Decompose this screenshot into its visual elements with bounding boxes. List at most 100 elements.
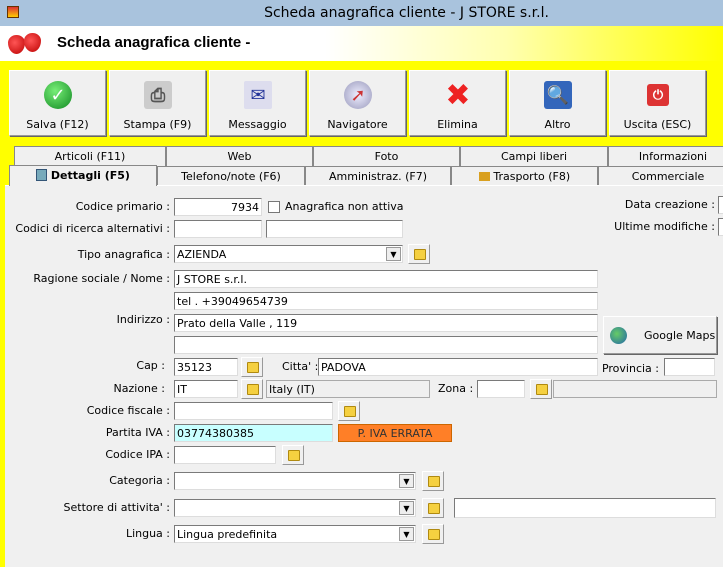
nazione-input[interactable]: IT <box>174 380 238 398</box>
header: Scheda anagrafica cliente - <box>0 26 723 61</box>
print-button[interactable]: ⎙ Stampa (F9) <box>109 70 206 136</box>
data-creazione-input[interactable] <box>718 196 723 214</box>
zona-label: Zona : <box>438 382 474 395</box>
chevron-down-icon: ▼ <box>399 501 414 515</box>
nazione-desc: Italy (IT) <box>266 380 430 398</box>
lingua-label: Lingua : <box>125 527 170 540</box>
tab-web[interactable]: Web <box>166 146 313 166</box>
zona-desc <box>553 380 717 398</box>
nazione-folder-button[interactable] <box>241 379 263 399</box>
folder-icon <box>428 503 440 514</box>
delete-button[interactable]: ✖ Elimina <box>409 70 506 136</box>
categoria-select[interactable]: ▼ <box>174 472 416 490</box>
piva-input[interactable]: 03774380385 <box>174 424 333 442</box>
truck-icon <box>478 172 490 181</box>
lingua-folder-button[interactable] <box>422 524 444 544</box>
power-icon: ⏻ <box>647 84 669 106</box>
check-icon: ✓ <box>44 81 72 109</box>
settore-label: Settore di attivita' : <box>63 501 170 514</box>
google-maps-button[interactable]: Google Maps <box>603 316 717 354</box>
folder-icon <box>428 476 440 487</box>
categoria-folder-button[interactable] <box>422 471 444 491</box>
indirizzo2-input[interactable] <box>174 336 598 354</box>
folder-icon <box>414 249 426 260</box>
ultime-modifiche-input[interactable] <box>718 218 723 236</box>
folder-icon <box>247 384 259 395</box>
settore-desc-input[interactable] <box>454 498 716 518</box>
mail-icon: ✉ <box>244 81 272 109</box>
lingua-select[interactable]: Lingua predefinita ▼ <box>174 525 416 543</box>
non-attiva-label: Anagrafica non attiva <box>285 200 404 213</box>
folder-icon <box>247 362 259 373</box>
nazione-label: Nazione : <box>113 382 165 395</box>
window-title: Scheda anagrafica cliente - J STORE s.r.… <box>264 5 549 21</box>
tab-foto[interactable]: Foto <box>313 146 460 166</box>
search-book-icon: 🔍 <box>544 81 572 109</box>
provincia-label: Provincia : <box>601 362 659 375</box>
tipo-select[interactable]: AZIENDA ▼ <box>174 245 403 263</box>
piva-label: Partita IVA : <box>105 426 170 439</box>
folder-icon <box>344 406 356 417</box>
strawberry-icon <box>8 35 25 54</box>
cf-label: Codice fiscale : <box>86 404 170 417</box>
tab-campi-liberi[interactable]: Campi liberi <box>460 146 608 166</box>
folder-icon <box>288 450 300 461</box>
cap-folder-button[interactable] <box>241 357 263 377</box>
citta-input[interactable]: PADOVA <box>318 358 598 376</box>
exit-button[interactable]: ⏻ Uscita (ESC) <box>609 70 706 136</box>
piva-error-badge: P. IVA ERRATA <box>338 424 452 442</box>
indirizzo-label: Indirizzo : <box>116 313 170 326</box>
citta-label: Citta' : <box>282 360 319 373</box>
ragione-input[interactable]: J STORE s.r.l. <box>174 270 598 288</box>
message-button[interactable]: ✉ Messaggio <box>209 70 306 136</box>
cap-input[interactable]: 35123 <box>174 358 238 376</box>
tab-trasporto[interactable]: Trasporto (F8) <box>451 166 598 186</box>
tab-dettagli[interactable]: Dettagli (F5) <box>9 165 157 186</box>
save-button[interactable]: ✓ Salva (F12) <box>9 70 106 136</box>
cf-folder-button[interactable] <box>338 401 360 421</box>
tab-informazioni[interactable]: Informazioni <box>608 146 723 166</box>
ragione-label: Ragione sociale / Nome : <box>33 272 170 285</box>
categoria-label: Categoria : <box>109 474 170 487</box>
tab-amministrazione[interactable]: Amministraz. (F7) <box>305 166 451 186</box>
ragione2-input[interactable]: tel . +39049654739 <box>174 292 598 310</box>
cap-label: Cap : <box>136 359 165 372</box>
tab-articoli[interactable]: Articoli (F11) <box>14 146 166 166</box>
tab-commerciale[interactable]: Commerciale <box>598 166 723 186</box>
page-title: Scheda anagrafica cliente - <box>57 34 251 51</box>
tipo-folder-button[interactable] <box>408 244 430 264</box>
chevron-down-icon: ▼ <box>386 247 401 261</box>
zona-folder-button[interactable] <box>530 379 552 399</box>
folder-icon <box>428 529 440 540</box>
codice-primario-input[interactable]: 7934 <box>174 198 262 216</box>
settore-select[interactable]: ▼ <box>174 499 416 517</box>
navigator-button[interactable]: ➚ Navigatore <box>309 70 406 136</box>
settore-folder-button[interactable] <box>422 498 444 518</box>
tipo-label: Tipo anagrafica : <box>77 248 170 261</box>
title-bar: Scheda anagrafica cliente - J STORE s.r.… <box>0 0 723 26</box>
codice-alt-1-input[interactable] <box>174 220 262 238</box>
data-creazione-label: Data creazione : <box>624 198 715 211</box>
delete-x-icon: ✖ <box>445 77 471 113</box>
strawberry-icon <box>24 33 41 52</box>
other-button[interactable]: 🔍 Altro <box>509 70 606 136</box>
chevron-down-icon: ▼ <box>399 527 414 541</box>
calendar-icon <box>36 169 48 181</box>
codice-primario-label: Codice primario : <box>75 200 170 213</box>
tab-telefono-note[interactable]: Telefono/note (F6) <box>157 166 305 186</box>
compass-icon: ➚ <box>344 81 372 109</box>
provincia-input[interactable] <box>664 358 715 376</box>
folder-icon <box>536 384 548 395</box>
indirizzo-input[interactable]: Prato della Valle , 119 <box>174 314 598 332</box>
codici-alt-label: Codici di ricerca alternativi : <box>15 222 170 235</box>
ipa-input[interactable] <box>174 446 276 464</box>
ultime-modifiche-label: Ultime modifiche : <box>614 220 715 233</box>
cf-input[interactable] <box>174 402 333 420</box>
printer-icon: ⎙ <box>144 81 172 109</box>
chevron-down-icon: ▼ <box>399 474 414 488</box>
globe-icon <box>610 327 627 344</box>
non-attiva-checkbox[interactable] <box>268 201 280 213</box>
codice-alt-2-input[interactable] <box>266 220 403 238</box>
ipa-folder-button[interactable] <box>282 445 304 465</box>
zona-input[interactable] <box>477 380 525 398</box>
